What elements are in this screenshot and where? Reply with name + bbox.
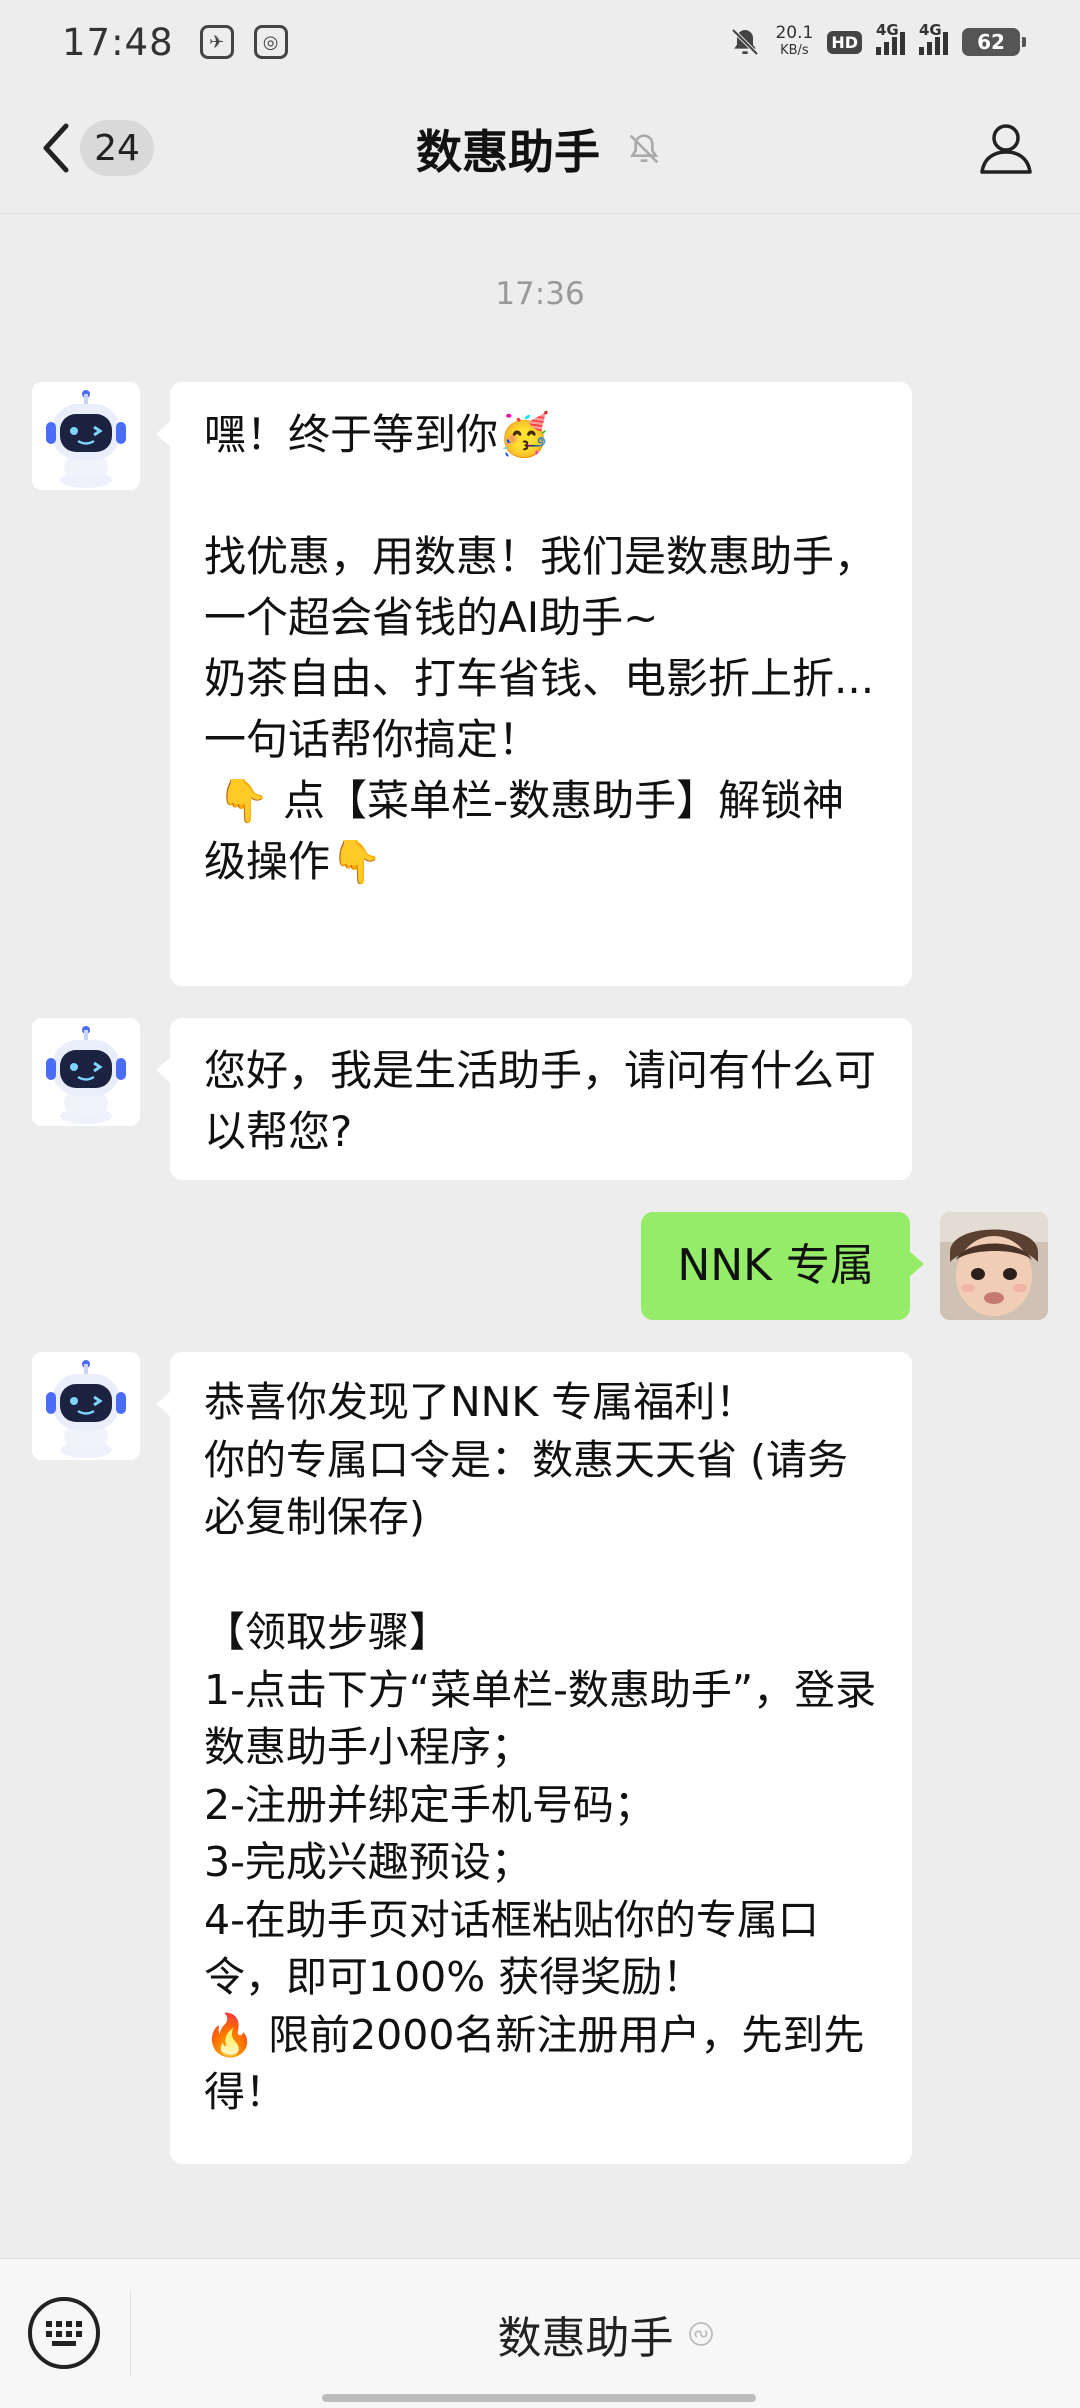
- message-bubble[interactable]: 恭喜你发现了NNK 专属福利！ 你的专属口令是：数惠天天省 (请务必复制保存) …: [156, 1352, 912, 2164]
- message-bubble[interactable]: 您好，我是生活助手，请问有什么可以帮您?: [156, 1018, 912, 1180]
- status-app-icons: ✈ ◎: [199, 25, 288, 59]
- status-indicators: 20.1 KB/s HD 4G 4G 62: [729, 21, 1026, 60]
- keyboard-icon[interactable]: [26, 2295, 102, 2371]
- bell-off-icon: [629, 133, 659, 163]
- signal-4g-icon: 4G: [876, 21, 905, 55]
- message-bubble[interactable]: 嘿！终于等到你🥳 找优惠，用数惠！我们是数惠助手，一个超会省钱的AI助手~ 奶茶…: [156, 382, 912, 986]
- title-group: 数惠助手: [416, 116, 664, 182]
- unread-count-badge: 24: [80, 120, 154, 176]
- message-bubble-self[interactable]: NNK 专属: [641, 1212, 924, 1320]
- robot-icon: [32, 1018, 140, 1126]
- bottom-menu-bar: 数惠助手: [0, 2258, 1080, 2408]
- robot-icon: [32, 382, 140, 490]
- chat-header: 24 数惠助手: [0, 84, 1080, 214]
- user-avatar[interactable]: [940, 1212, 1048, 1320]
- chevron-left-icon: [43, 123, 69, 173]
- robot-icon: [32, 1352, 140, 1460]
- bot-avatar[interactable]: [32, 1018, 140, 1126]
- status-bar: 17:48 ✈ ◎ 20.1 KB/s HD 4G 4G 62: [0, 0, 1080, 84]
- home-indicator[interactable]: [322, 2394, 756, 2402]
- signal-4g-icon: 4G: [919, 21, 948, 55]
- ctrip-app-icon: ✈: [199, 25, 234, 59]
- bot-avatar[interactable]: [32, 382, 140, 490]
- menu-item-shuhui-assistant[interactable]: 数惠助手: [131, 2259, 1080, 2408]
- back-button[interactable]: 24: [38, 120, 154, 176]
- bot-avatar[interactable]: [32, 1352, 140, 1460]
- person-icon[interactable]: [976, 118, 1036, 178]
- camera-app-icon: ◎: [253, 25, 288, 59]
- message-timestamp: 17:36: [495, 276, 585, 312]
- battery-icon: 62: [962, 28, 1026, 56]
- menu-item-label: 数惠助手: [497, 2313, 674, 2364]
- hd-badge: HD: [827, 30, 862, 54]
- mini-program-icon: [688, 2322, 713, 2346]
- notification-mute-icon: [732, 28, 759, 56]
- chat-title: 数惠助手: [416, 124, 600, 179]
- status-time: 17:48: [62, 20, 174, 64]
- network-speed: 20.1 KB/s: [775, 23, 814, 58]
- user-photo: [940, 1212, 1048, 1320]
